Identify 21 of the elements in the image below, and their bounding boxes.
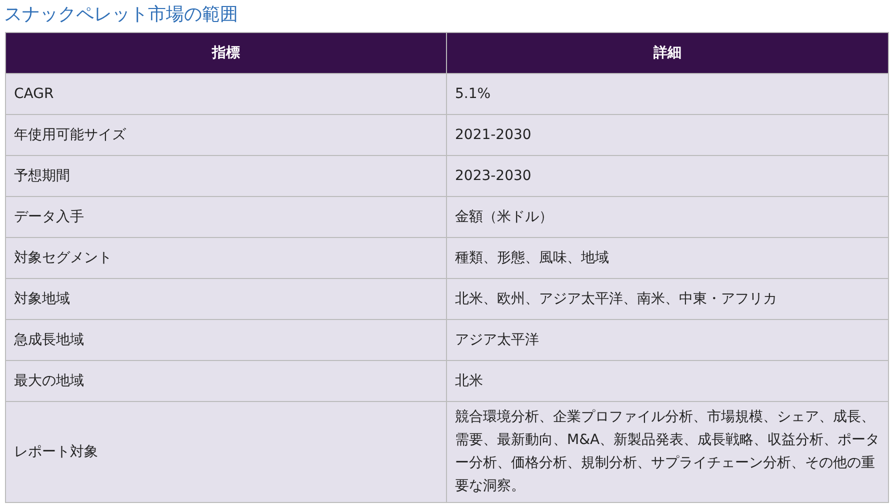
table-cell: 2023-2030 <box>446 156 888 196</box>
table-cell: 急成長地域 <box>6 320 446 360</box>
table-cell: 対象セグメント <box>6 238 446 278</box>
table-cell: 北米 <box>446 360 888 402</box>
table-cell: 競合環境分析、企業プロファイル分析、市場規模、シェア、成長、需要、最新動向、M&A、新製品発表、成長戦略、収益分析、ポーター分析、価格分析、規制分析、サプライチェーン分析、その他の重要な洞察。 <box>446 402 888 502</box>
table-cell: 種類、形態、風味、地域 <box>446 238 888 278</box>
column-header: 指標 <box>6 32 446 74</box>
table-cell: CAGR <box>6 74 446 114</box>
table-cell: 対象地域 <box>6 278 446 320</box>
table-cell: アジア太平洋 <box>446 320 888 360</box>
table-cell: 最大の地域 <box>6 360 446 402</box>
table-cell: 予想期間 <box>6 156 446 196</box>
table-cell: 5.1% <box>446 74 888 114</box>
column-header: 詳細 <box>446 32 888 74</box>
page-title: スナックペレット市場の範囲 <box>4 3 239 27</box>
table-cell: 年使用可能サイズ <box>6 114 446 156</box>
table-cell: データ入手 <box>6 196 446 238</box>
table-cell: 2021-2030 <box>446 114 888 156</box>
table-cell: レポート対象 <box>6 402 446 502</box>
table-cell: 北米、欧州、アジア太平洋、南米、中東・アフリカ <box>446 278 888 320</box>
table-cell: 金額（米ドル） <box>446 196 888 238</box>
